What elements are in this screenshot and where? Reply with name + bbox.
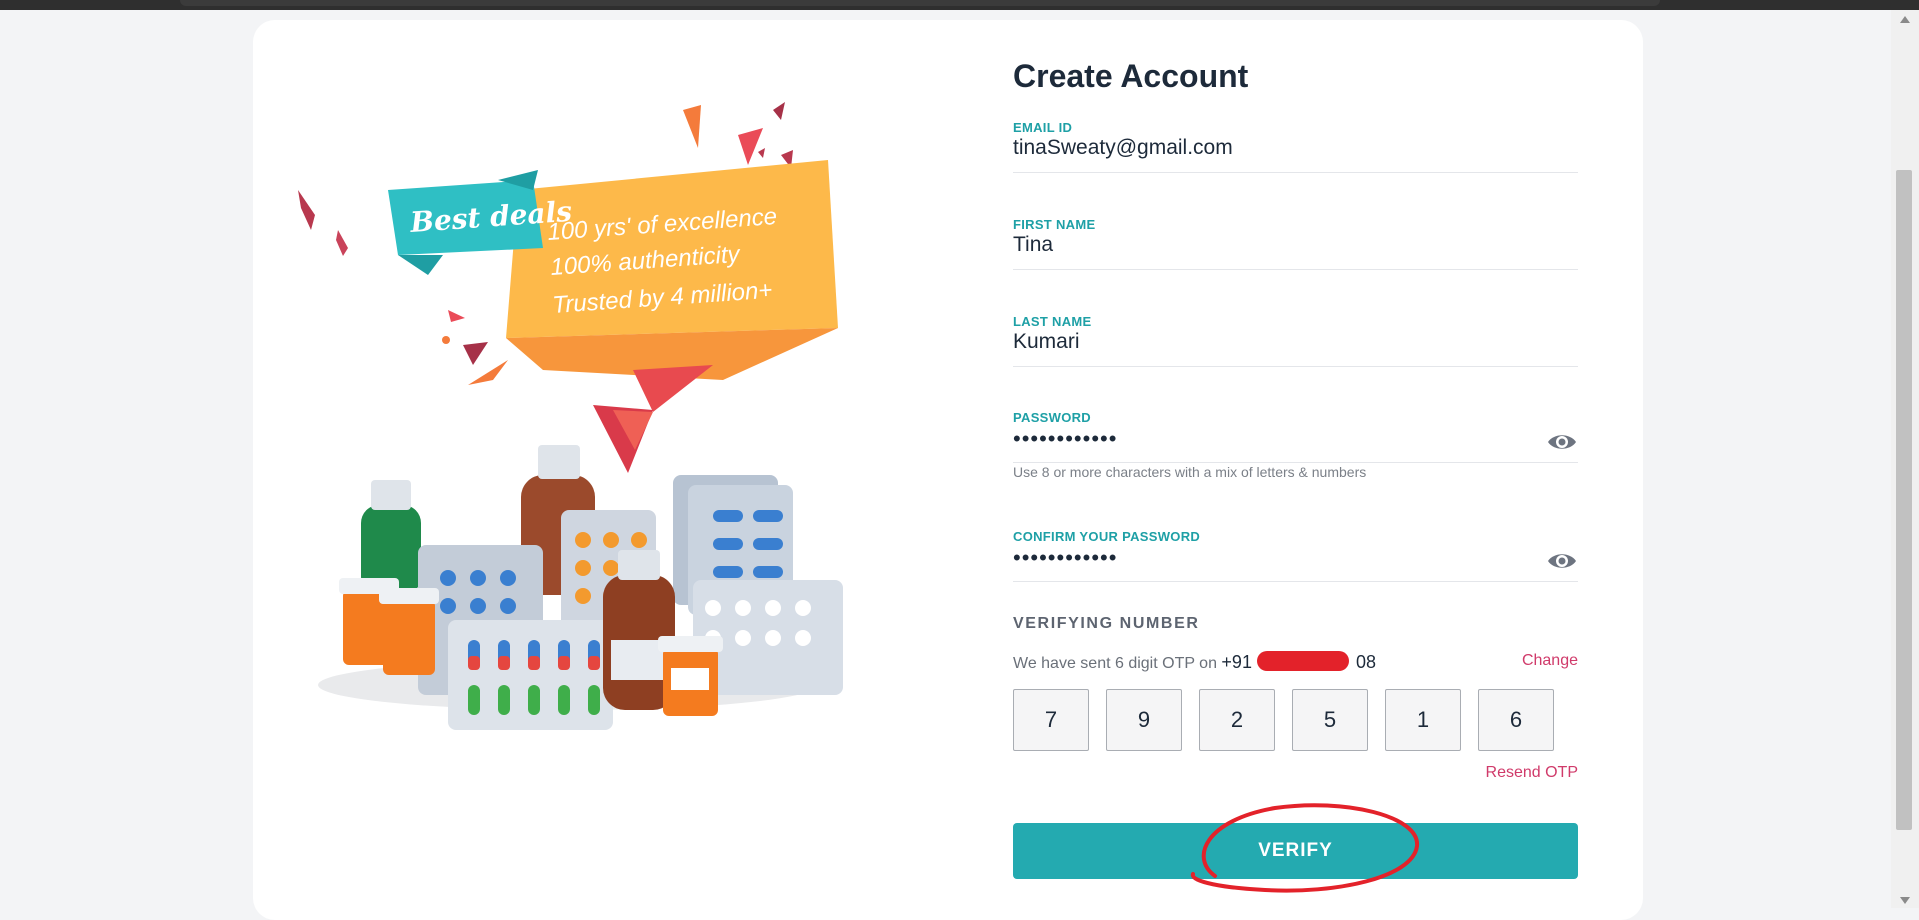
password-field[interactable]: PASSWORD ••••••••••••: [1013, 410, 1578, 463]
otp-digit-3[interactable]: 2: [1199, 689, 1275, 751]
otp-input-group: 7 9 2 5 1 6: [1013, 689, 1578, 753]
password-value[interactable]: ••••••••••••: [1013, 426, 1117, 452]
first-name-value[interactable]: Tina: [1013, 233, 1053, 257]
verifying-number-heading: VERIFYING NUMBER: [1013, 615, 1200, 632]
confirm-password-field[interactable]: CONFIRM YOUR PASSWORD ••••••••••••: [1013, 529, 1578, 582]
first-name-label: FIRST NAME: [1013, 217, 1096, 232]
page-scrollbar[interactable]: [1891, 10, 1919, 908]
otp-digit-6[interactable]: 6: [1478, 689, 1554, 751]
first-name-field[interactable]: FIRST NAME Tina: [1013, 217, 1578, 270]
phone-suffix: 08: [1355, 652, 1376, 672]
scroll-up-arrow-icon[interactable]: [1900, 16, 1910, 23]
eye-icon[interactable]: [1546, 550, 1578, 572]
last-name-field[interactable]: LAST NAME Kumari: [1013, 314, 1578, 367]
phone-number: +91 08: [1221, 651, 1376, 672]
scrollbar-thumb[interactable]: [1896, 170, 1912, 830]
medicines-promo-illustration: Best deals 100 yrs' of excellence 100% a…: [298, 102, 843, 730]
email-value[interactable]: tinaSweaty@gmail.com: [1013, 136, 1233, 160]
redaction-mark: [1257, 651, 1350, 671]
otp-digit-2[interactable]: 9: [1106, 689, 1182, 751]
phone-prefix: +91: [1221, 652, 1252, 672]
signup-card: Best deals 100 yrs' of excellence 100% a…: [253, 20, 1643, 920]
last-name-value[interactable]: Kumari: [1013, 330, 1080, 354]
browser-top-bar-inner: [180, 0, 1660, 6]
otp-message-text: We have sent 6 digit OTP on: [1013, 655, 1217, 672]
scroll-down-arrow-icon[interactable]: [1900, 897, 1910, 904]
page-title: Create Account: [1013, 58, 1249, 94]
confirm-password-label: CONFIRM YOUR PASSWORD: [1013, 529, 1201, 544]
eye-icon[interactable]: [1546, 431, 1578, 453]
email-field[interactable]: EMAIL ID tinaSweaty@gmail.com: [1013, 120, 1578, 173]
otp-sent-message: We have sent 6 digit OTP on +91 08: [1013, 651, 1376, 673]
email-label: EMAIL ID: [1013, 120, 1073, 135]
change-number-link[interactable]: Change: [1522, 652, 1578, 670]
password-label: PASSWORD: [1013, 410, 1091, 425]
browser-top-bar: [0, 0, 1919, 10]
otp-digit-4[interactable]: 5: [1292, 689, 1368, 751]
verify-button[interactable]: VERIFY: [1013, 823, 1578, 879]
last-name-label: LAST NAME: [1013, 314, 1092, 329]
otp-digit-5[interactable]: 1: [1385, 689, 1461, 751]
password-hint: Use 8 or more characters with a mix of l…: [1013, 464, 1367, 480]
confirm-password-value[interactable]: ••••••••••••: [1013, 545, 1117, 571]
resend-otp-link[interactable]: Resend OTP: [1486, 764, 1578, 782]
otp-digit-1[interactable]: 7: [1013, 689, 1089, 751]
